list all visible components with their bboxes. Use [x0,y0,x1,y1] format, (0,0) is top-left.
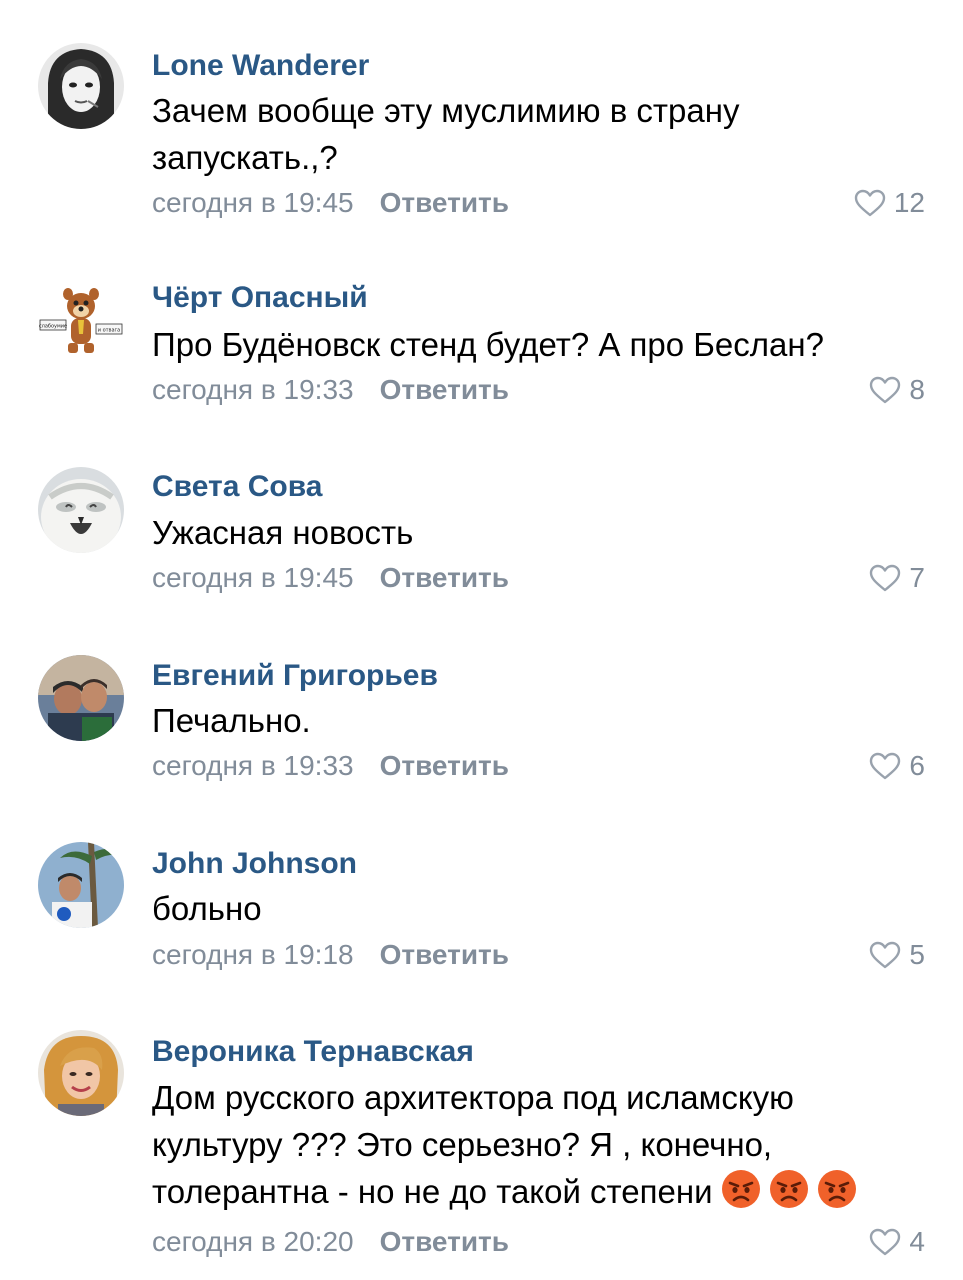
like-count: 4 [909,1226,925,1257]
comment-author[interactable]: Чёрт Опасный [152,280,368,316]
like-button[interactable]: 7 [869,561,925,595]
comment-author[interactable]: Вероника Тернавская [152,1034,474,1070]
heart-outline-icon [869,564,901,592]
like-button[interactable]: 12 [854,186,925,220]
comment-text: Зачем вообще эту муслимию в страну запус… [152,92,740,176]
like-button[interactable]: 4 [869,1225,925,1259]
comment-time: сегодня в 20:20 [152,1226,354,1257]
reply-button[interactable]: Ответить [380,187,509,218]
comment-meta: сегодня в 19:45 Ответить [152,186,509,220]
comment-meta: сегодня в 20:20 Ответить [152,1225,509,1259]
avatar[interactable]: слабоумие и отвага [38,280,124,366]
like-count: 5 [909,939,925,970]
comment-time: сегодня в 19:33 [152,750,354,781]
comment-author[interactable]: John Johnson [152,846,357,882]
heart-outline-icon [869,941,901,969]
avatar[interactable] [38,1030,124,1116]
comment-text: больно [152,890,262,927]
heart-outline-icon [854,189,886,217]
comment-text: Про Будёновск стенд будет? А про Беслан? [152,326,824,363]
like-button[interactable]: 8 [869,373,925,407]
like-count: 12 [893,187,925,218]
reply-button[interactable]: Ответить [380,562,509,593]
comment-author[interactable]: Lone Wanderer [152,48,369,84]
comment-meta: сегодня в 19:33 Ответить [152,373,509,407]
comment-text: Дом русского архитектора под исламскую к… [152,1074,922,1215]
avatar[interactable] [38,655,124,741]
angry-face-icon [817,1169,857,1209]
comment-time: сегодня в 19:33 [152,374,354,405]
comment-author[interactable]: Евгений Григорьев [152,658,438,694]
avatar-caption-right: и отвага [98,328,121,334]
comment-time: сегодня в 19:45 [152,562,354,593]
comment-text: Печально. [152,702,311,739]
like-count: 7 [909,562,925,593]
avatar[interactable] [38,842,124,928]
comment-time: сегодня в 19:18 [152,939,354,970]
heart-outline-icon [869,1228,901,1256]
heart-outline-icon [869,376,901,404]
like-count: 6 [909,750,925,781]
angry-face-icon [769,1169,809,1209]
comment-time: сегодня в 19:45 [152,187,354,218]
avatar[interactable] [38,467,124,553]
comment-author[interactable]: Света Сова [152,469,322,505]
reply-button[interactable]: Ответить [380,750,509,781]
comment-meta: сегодня в 19:33 Ответить [152,749,509,783]
reply-button[interactable]: Ответить [380,939,509,970]
like-count: 8 [909,374,925,405]
avatar-caption-left: слабоумие [39,324,67,330]
avatar[interactable] [38,43,124,129]
heart-outline-icon [869,752,901,780]
comment-meta: сегодня в 19:18 Ответить [152,938,509,972]
reply-button[interactable]: Ответить [380,1226,509,1257]
like-button[interactable]: 5 [869,938,925,972]
like-button[interactable]: 6 [869,749,925,783]
comment-text-content: Дом русского архитектора под исламскую к… [152,1079,794,1210]
comment-text: Ужасная новость [152,514,414,551]
reply-button[interactable]: Ответить [380,374,509,405]
angry-face-icon [721,1169,761,1209]
comment-meta: сегодня в 19:45 Ответить [152,561,509,595]
